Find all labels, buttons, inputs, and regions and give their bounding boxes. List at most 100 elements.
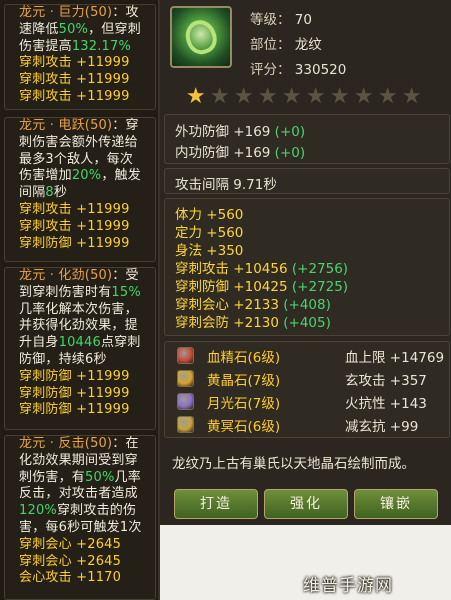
pierce-crit-defense-bonus: (+405) [283, 315, 331, 331]
star-empty-icon: ★ [233, 84, 254, 109]
skill-desc-text: ，但穿刺 [88, 21, 141, 37]
skill-desc-text: 害，每6秒可触发1次 [19, 519, 142, 535]
skill-desc-text: 穿刺攻击的伤 [56, 503, 137, 519]
skill-highlight-value: 120% [19, 503, 57, 519]
skill-desc-text: 升自身 [19, 335, 59, 351]
skill-line: 反击，对攻击者造成 [19, 486, 143, 503]
skill-line: 升自身10446点穿刺 [19, 335, 143, 352]
moonstone-gem-icon [177, 393, 194, 410]
outer-defense-row: 外功防御 +169 (+0) [175, 120, 305, 140]
gem-stat: 减玄抗 +99 [345, 419, 419, 435]
skill-line: 刺伤害，有50%几率 [19, 470, 143, 487]
star-empty-icon: ★ [281, 84, 302, 109]
pierce-crit-defense-row: 穿刺会防 +2130 (+405) [175, 311, 331, 331]
skill-stat-text: 穿刺攻击 +11999 [19, 55, 130, 71]
skill-line: 最多3个敌人，每次 [19, 152, 143, 169]
star-empty-icon: ★ [377, 84, 398, 109]
skill-line: 几率化解本次伤害， [19, 302, 143, 319]
slot-value: 龙纹 [294, 37, 322, 53]
dragon-glyph-icon [181, 15, 221, 59]
score-label: 评分： [250, 62, 291, 78]
skill-line: 穿刺防御 +11999 [19, 402, 143, 419]
gem-name: 月光石(7级) [207, 396, 281, 412]
skill-line: 穿刺会心 +2645 [19, 554, 143, 571]
gem-stat: 血上限 +14769 [345, 350, 445, 366]
skill-desc-text: 最多3个敌人，每次 [19, 151, 134, 167]
skill-line: 穿刺攻击 +11999 [19, 219, 143, 236]
gem-name: 黄冥石(6级) [207, 419, 281, 435]
star-empty-icon: ★ [257, 84, 278, 109]
skill-desc-text: 点穿刺 [100, 335, 141, 351]
skill-block-huajin: 龙元 · 化劲(50)：受 到穿刺伤害时有15% 几率化解本次伤害， 并获得化劲效果，… [4, 267, 156, 430]
skill-line: 龙元 · 电跃(50)：穿 [19, 118, 143, 135]
inlay-button[interactable]: 镶嵌 [354, 489, 438, 519]
star-empty-icon: ★ [209, 84, 230, 109]
skill-desc-text: 秒 [53, 185, 68, 201]
skill-line: 穿刺防御 +11999 [19, 369, 143, 386]
enhance-button[interactable]: 强化 [264, 489, 348, 519]
star-filled-icon: ★ [185, 84, 206, 109]
skill-desc-text: ：穿 [112, 118, 139, 133]
skill-desc-text: 防御，持续6秒 [19, 351, 107, 367]
skill-desc-text: 伤害提高 [19, 38, 72, 54]
skill-desc-text: 伤害增加 [19, 168, 72, 184]
pierce-crit-defense-label: 穿刺会防 +2130 [175, 315, 279, 331]
item-slot-row: 部位： 龙纹 [250, 33, 322, 53]
skill-list-panel: 龙元 · 巨力(50)：攻 速降低50%，但穿刺 伤害提高132.17% 穿刺攻击 +… [0, 0, 160, 600]
skill-stat-text: 穿刺防御 +11999 [19, 402, 130, 418]
skill-line: 到穿刺伤害时有15% [19, 285, 143, 302]
star-empty-icon: ★ [353, 84, 374, 109]
item-score-row: 评分： 330520 [250, 58, 346, 78]
attack-interval: 攻击间隔 9.71秒 [175, 177, 277, 193]
item-level-row: 等级： 70 [250, 8, 312, 28]
skill-stat-text: 穿刺防御 +11999 [19, 368, 130, 384]
outer-defense-label: 外功防御 +169 [175, 124, 271, 140]
skill-block-dianyue: 龙元 · 电跃(50)：穿 刺伤害会额外传递给 最多3个敌人，每次 伤害增加20%，触… [4, 117, 156, 262]
skill-block-julì: 龙元 · 巨力(50)：攻 速降低50%，但穿刺 伤害提高132.17% 穿刺攻击 +… [4, 4, 156, 110]
skill-line: 穿刺防御 +11999 [19, 236, 143, 253]
slot-label: 部位： [250, 37, 291, 53]
inner-defense-label: 内功防御 +169 [175, 145, 271, 161]
skill-line: 间隔8秒 [19, 185, 143, 202]
dragon-pattern-item-icon [170, 6, 232, 68]
skill-stat-text: 穿刺防御 +11999 [19, 235, 130, 251]
gem-socket-box: 血精石(6级) 血上限 +14769 黄晶石(7级) 玄攻击 +357 月光石(… [164, 341, 450, 438]
skill-desc-text: 刺伤害会额外传递给 [19, 134, 138, 150]
skill-highlight-value: 50% [85, 469, 115, 485]
skill-name: 龙元 · 化劲(50) [19, 268, 113, 283]
skill-stat-text: 穿刺会心 +2645 [19, 553, 122, 569]
defense-box: 外功防御 +169 (+0) 内功防御 +169 (+0) [164, 114, 450, 164]
skill-desc-text: ：在 [112, 436, 139, 451]
item-detail-panel: 等级： 70 部位： 龙纹 评分： 330520 ★ ★ ★ ★ ★ ★ ★ ★ ★ ★ 外功防御… [160, 0, 451, 600]
skill-stat-text: 穿刺防御 +11999 [19, 385, 130, 401]
skill-line: 龙元 · 反击(50)：在 [19, 436, 143, 453]
forge-button[interactable]: 打造 [174, 489, 258, 519]
skill-line: 害，每6秒可触发1次 [19, 520, 143, 537]
skill-stat-text: 穿刺攻击 +11999 [19, 88, 130, 104]
skill-line: 穿刺攻击 +11999 [19, 72, 143, 89]
skill-desc-text: 几率化解本次伤害， [19, 301, 138, 317]
skill-highlight-value: 20% [71, 168, 102, 184]
skill-line: 防御，持续6秒 [19, 352, 143, 369]
skill-line: 化劲效果期间受到穿 [19, 453, 143, 470]
skill-stat-text: 穿刺攻击 +11999 [19, 72, 130, 88]
pierce-attack-row: 穿刺攻击 +10456 (+2756) [175, 257, 348, 277]
skill-block-fanji: 龙元 · 反击(50)：在 化劲效果期间受到穿 刺伤害，有50%几率 反击，对攻击者造… [4, 435, 156, 600]
skill-desc-text: 速降低 [19, 21, 59, 37]
skill-highlight-value: 15% [111, 284, 141, 300]
skill-stat-text: 穿刺攻击 +11999 [19, 201, 130, 217]
skill-line: 穿刺攻击 +11999 [19, 55, 143, 72]
skill-line: 刺伤害会额外传递给 [19, 135, 143, 152]
gem-name: 黄晶石(7级) [207, 373, 281, 389]
inner-defense-bonus: (+0) [274, 145, 306, 161]
skill-desc-text: 到穿刺伤害时有 [19, 284, 112, 300]
level-value: 70 [294, 12, 312, 28]
site-watermark: 维普手游网 [303, 576, 393, 596]
skill-line: 并获得化劲效果，提 [19, 318, 143, 335]
skill-desc-text: 几率 [114, 469, 141, 485]
pierce-defense-row: 穿刺防御 +10425 (+2725) [175, 275, 348, 295]
skill-line: 速降低50%，但穿刺 [19, 22, 143, 39]
attack-interval-box: 攻击间隔 9.71秒 [164, 168, 450, 194]
gem-stat: 火抗性 +143 [345, 396, 427, 412]
blood-gem-icon [177, 347, 194, 364]
